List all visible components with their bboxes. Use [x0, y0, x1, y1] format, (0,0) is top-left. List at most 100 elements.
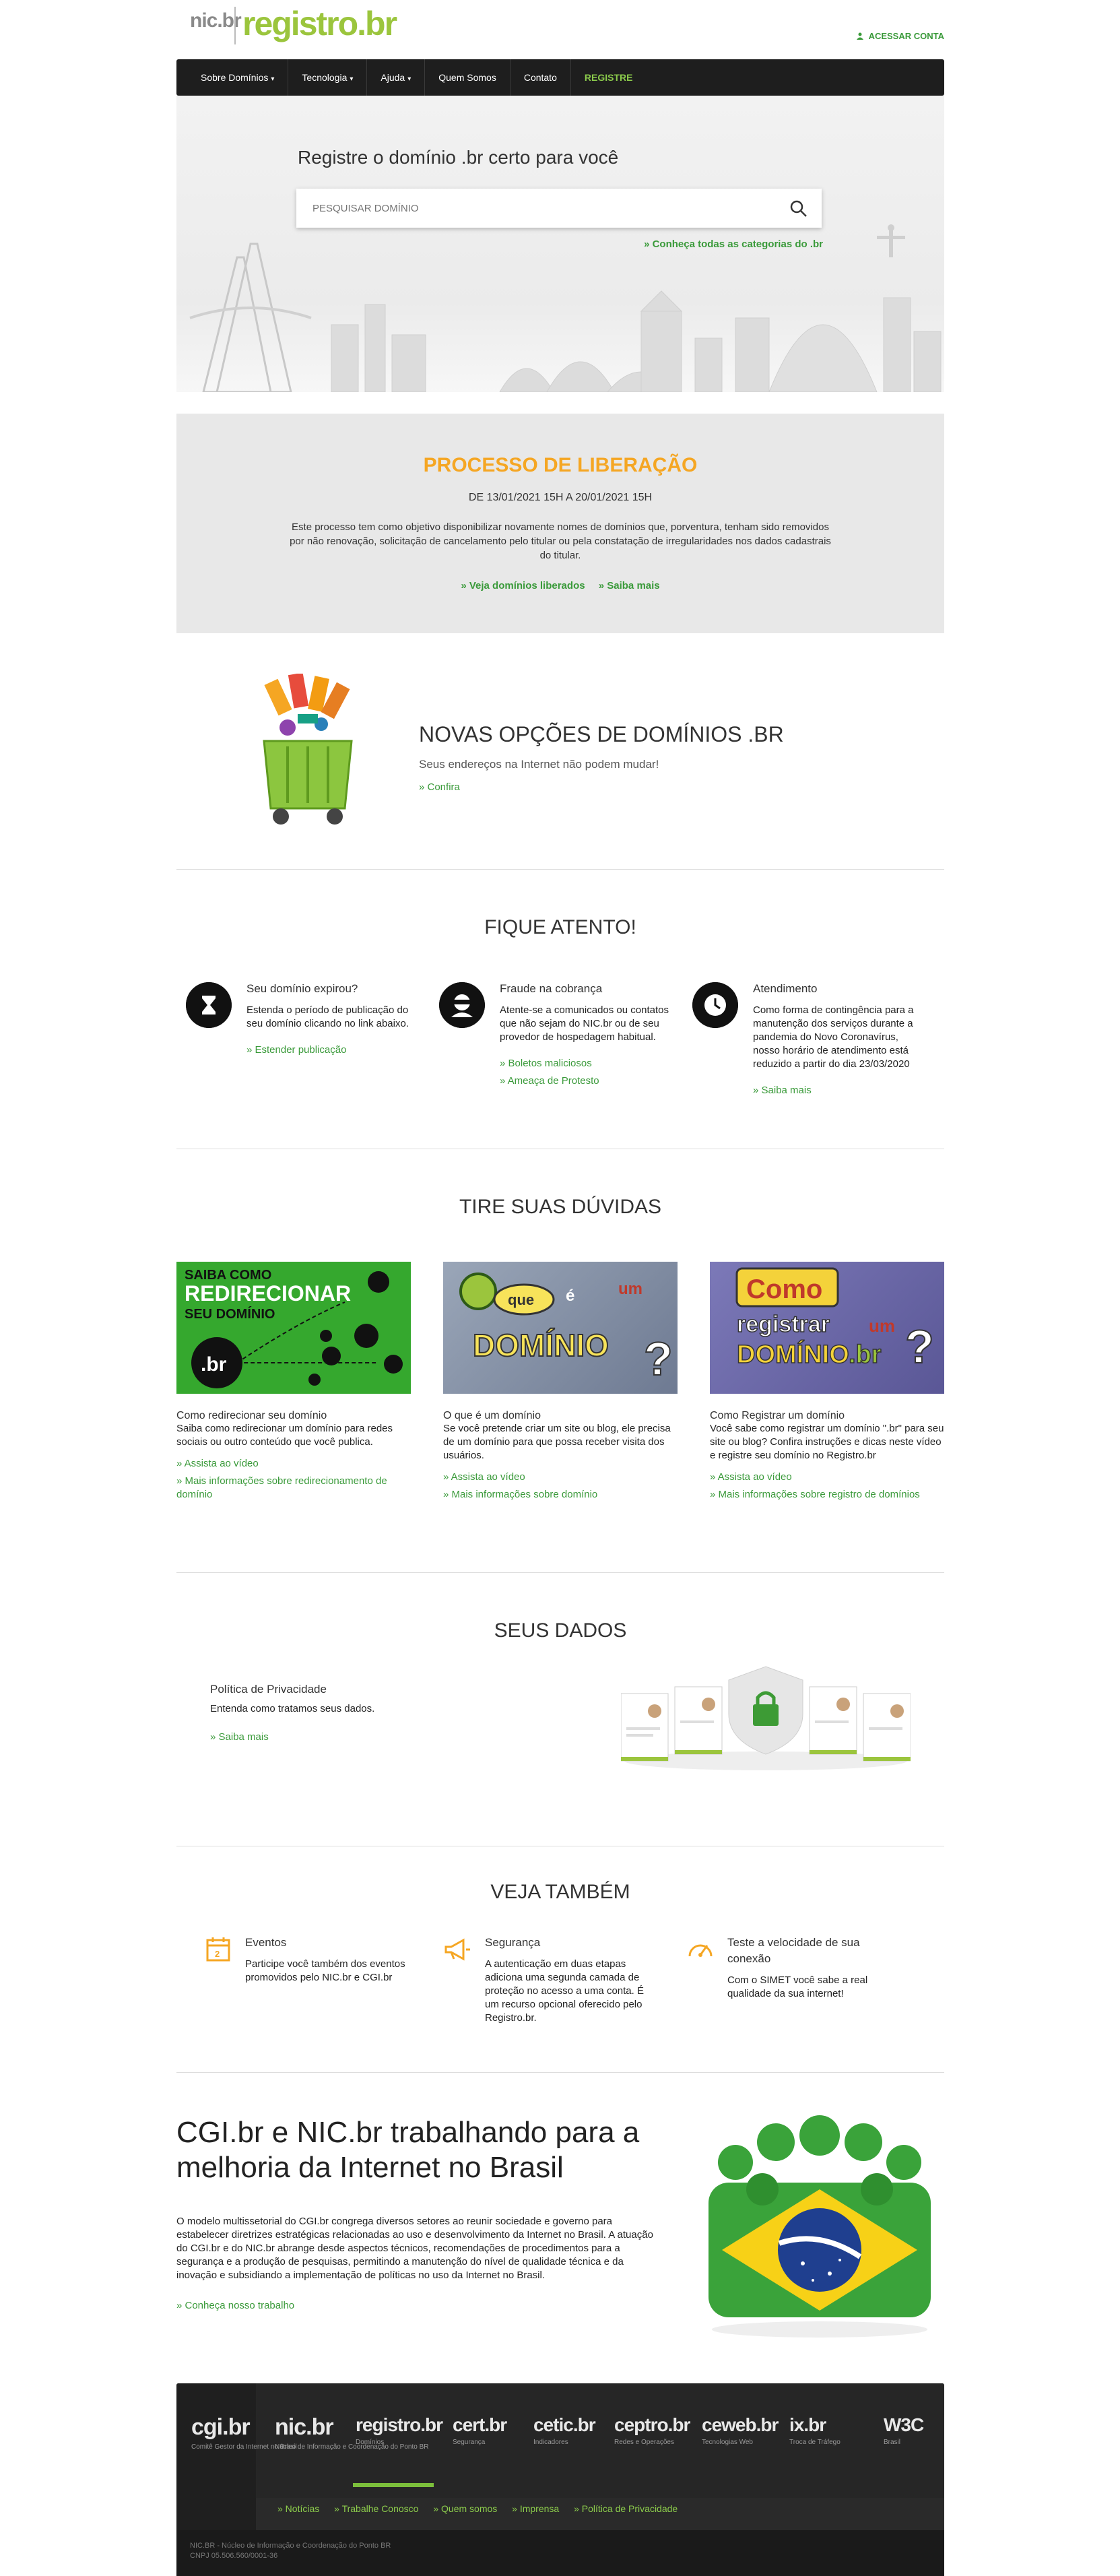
section-divider	[176, 2072, 944, 2073]
search-icon[interactable]	[789, 199, 808, 218]
thumb-text: REDIRECIONAR	[185, 1281, 351, 1306]
thumb-text: .br	[849, 1341, 882, 1369]
video-description: Você sabe como registrar um domínio ".br…	[710, 1423, 944, 1461]
speedometer-icon	[688, 1944, 713, 1957]
footer-logo-registro[interactable]: registro.br Domínios	[352, 2414, 443, 2487]
new-domains-link[interactable]: » Confira	[419, 781, 460, 793]
privacy-heading: Política de Privacidade	[210, 1683, 327, 1696]
thumb-text: SEU DOMÍNIO	[185, 1306, 275, 1322]
domain-search-input[interactable]	[296, 189, 768, 228]
logo-sub: Troca de Tráfego	[789, 2439, 841, 2446]
malicious-boleto-link[interactable]: » Boletos maliciosos	[500, 1055, 672, 1072]
thumb-text: é	[566, 1287, 574, 1305]
alert-text: Estenda o período de publicação do seu d…	[246, 1004, 409, 1029]
footer-link-press[interactable]: » Imprensa	[512, 2503, 559, 2514]
logo-name: nic.br	[275, 2414, 334, 2440]
site-footer: cgi.br Comitê Gestor da Internet no Brasi…	[176, 2383, 944, 2576]
see-also-heading: Teste a velocidade de sua conexão	[727, 1936, 860, 1965]
logo-name: ceweb.br	[702, 2414, 779, 2435]
our-work-link[interactable]: » Conheça nosso trabalho	[176, 2300, 294, 2311]
see-also-text: A autenticação em duas etapas adiciona u…	[485, 1958, 644, 2024]
privacy-more-link[interactable]: » Saiba mais	[210, 1731, 269, 1743]
nav-contato[interactable]: Contato	[510, 59, 571, 96]
video-thumbnail[interactable]: que é um DOMÍNIO ?	[443, 1262, 678, 1394]
fique-atento-title: FIQUE ATENTO!	[484, 916, 636, 938]
extend-publication-link[interactable]: » Estender publicação	[246, 1041, 419, 1059]
alert-text: Atente-se a comunicados ou contatos que …	[500, 1004, 669, 1043]
watch-video-link[interactable]: » Assista ao vídeo	[176, 1457, 411, 1471]
faq-videos-section: TIRE SUAS DÚVIDAS SAIBA COMO REDIRECIONA…	[176, 1149, 944, 1553]
more-info-link[interactable]: » Mais informações sobre registro de dom…	[710, 1488, 944, 1502]
nav-label: Quem Somos	[438, 72, 496, 83]
logo-sub: Segurança	[453, 2439, 486, 2446]
thumb-text: ?	[644, 1332, 673, 1385]
cgi-nic-section: CGI.br e NIC.br trabalhando para a melho…	[176, 2095, 944, 2364]
nav-sobre-dominios[interactable]: Sobre Domínios ▾	[187, 59, 289, 96]
more-info-link[interactable]: » Mais informações sobre redirecionament…	[176, 1475, 411, 1502]
chevron-down-icon: ▾	[271, 75, 275, 83]
login-label: ACESSAR CONTA	[868, 31, 944, 41]
footer-logo-ix[interactable]: ix.br Troca de Tráfego	[789, 2414, 841, 2447]
new-domains-section: NOVAS OPÇÕES DE DOMÍNIOS .BR Seus endere…	[176, 660, 944, 835]
footer-logo-cetic[interactable]: cetic.br Indicadores	[533, 2414, 596, 2447]
data-protection-illustration	[621, 1666, 911, 1770]
redirect-thumbnail-art: SAIBA COMO REDIRECIONAR SEU DOMÍNIO .br	[185, 1268, 403, 1388]
footer-link-jobs[interactable]: » Trabalhe Conosco	[334, 2503, 418, 2514]
nav-registre[interactable]: REGISTRE	[571, 59, 647, 96]
liberacao-banner: PROCESSO DE LIBERAÇÃO DE 13/01/2021 15H …	[176, 414, 944, 633]
nav-tecnologia[interactable]: Tecnologia ▾	[288, 59, 368, 96]
main-nav: Sobre Domínios ▾ Tecnologia ▾ Ajuda ▾ Quem …	[176, 59, 944, 96]
more-info-link[interactable]: » Mais informações sobre domínio	[443, 1488, 678, 1502]
login-link[interactable]: ACESSAR CONTA	[856, 31, 944, 41]
video-description: Se você pretende criar um site ou blog, …	[443, 1423, 671, 1461]
footer-copyright: NIC.BR - Núcleo de Informação e Coordena…	[190, 2541, 391, 2561]
hero-title: Registre o domínio .br certo para você	[298, 147, 619, 168]
cgi-title: CGI.br e NIC.br trabalhando para a melho…	[176, 2116, 640, 2184]
video-title: Como redirecionar seu domínio	[176, 1410, 327, 1421]
logo-name: cert.br	[453, 2414, 507, 2435]
categories-link[interactable]: » Conheça todas as categorias do .br	[644, 238, 823, 250]
alert-heading: Atendimento	[753, 982, 818, 995]
video-thumbnail[interactable]: Como registrar um DOMÍNIO .br ?	[710, 1262, 944, 1394]
footer-link-news[interactable]: » Notícias	[277, 2503, 319, 2514]
logo-name: ceptro.br	[614, 2414, 690, 2435]
what-is-domain-thumbnail-art: que é um DOMÍNIO ?	[459, 1273, 673, 1386]
registro-br-logo[interactable]: registro.br	[242, 4, 397, 43]
footer-link-about[interactable]: » Quem somos	[433, 2503, 497, 2514]
site-header: nic.br registro.br ACESSAR CONTA	[176, 0, 944, 59]
released-domains-link[interactable]: » Veja domínios liberados	[461, 580, 585, 591]
hacker-icon	[439, 982, 485, 1028]
footer-link-privacy[interactable]: » Política de Privacidade	[574, 2503, 678, 2514]
thumb-text: SAIBA COMO	[185, 1268, 271, 1283]
hero-search-section: Registre o domínio .br certo para você »…	[176, 96, 944, 392]
fique-atento-section: FIQUE ATENTO! Seu domínio expirou? Esten…	[176, 869, 944, 1138]
nav-label: Tecnologia	[302, 72, 348, 83]
thumb-text: que	[508, 1291, 534, 1308]
footer-logo-ceptro[interactable]: ceptro.br Redes e Operações	[614, 2414, 690, 2447]
video-thumbnail[interactable]: SAIBA COMO REDIRECIONAR SEU DOMÍNIO .br	[176, 1262, 411, 1394]
nav-label: Ajuda	[381, 72, 405, 83]
logo-name: cetic.br	[533, 2414, 596, 2435]
see-also-heading: Eventos	[245, 1936, 287, 1949]
nav-ajuda[interactable]: Ajuda ▾	[367, 59, 426, 96]
liberacao-text: Este processo tem como objetivo disponib…	[290, 521, 831, 561]
watch-video-link[interactable]: » Assista ao vídeo	[710, 1471, 944, 1484]
domain-search-box	[296, 189, 822, 228]
hourglass-icon	[186, 982, 232, 1028]
footer-bottom: NIC.BR - Núcleo de Informação e Coordena…	[176, 2530, 944, 2576]
footer-logo-cert[interactable]: cert.br Segurança	[453, 2414, 507, 2447]
nic-br-logo[interactable]: nic.br	[190, 9, 242, 32]
watch-video-link[interactable]: » Assista ao vídeo	[443, 1471, 678, 1484]
atendimento-more-link[interactable]: » Saiba mais	[753, 1082, 925, 1099]
alert-text: Como forma de contingência para a manute…	[753, 1004, 914, 1070]
footer-logo-w3c[interactable]: W3C Brasil	[884, 2414, 924, 2447]
video-card: Como registrar um DOMÍNIO .br ? Como Reg…	[710, 1262, 944, 1502]
privacy-section: SEUS DADOS Política de Privacidade Enten…	[176, 1572, 944, 1801]
video-card: SAIBA COMO REDIRECIONAR SEU DOMÍNIO .br …	[176, 1262, 411, 1502]
liberacao-more-link[interactable]: » Saiba mais	[599, 580, 660, 591]
thumb-text: Como	[746, 1275, 822, 1304]
footer-logo-ceweb[interactable]: ceweb.br Tecnologias Web	[702, 2414, 779, 2447]
nav-quem-somos[interactable]: Quem Somos	[425, 59, 510, 96]
calendar-icon: 2	[206, 1937, 230, 1962]
protest-threat-link[interactable]: » Ameaça de Protesto	[500, 1072, 672, 1090]
